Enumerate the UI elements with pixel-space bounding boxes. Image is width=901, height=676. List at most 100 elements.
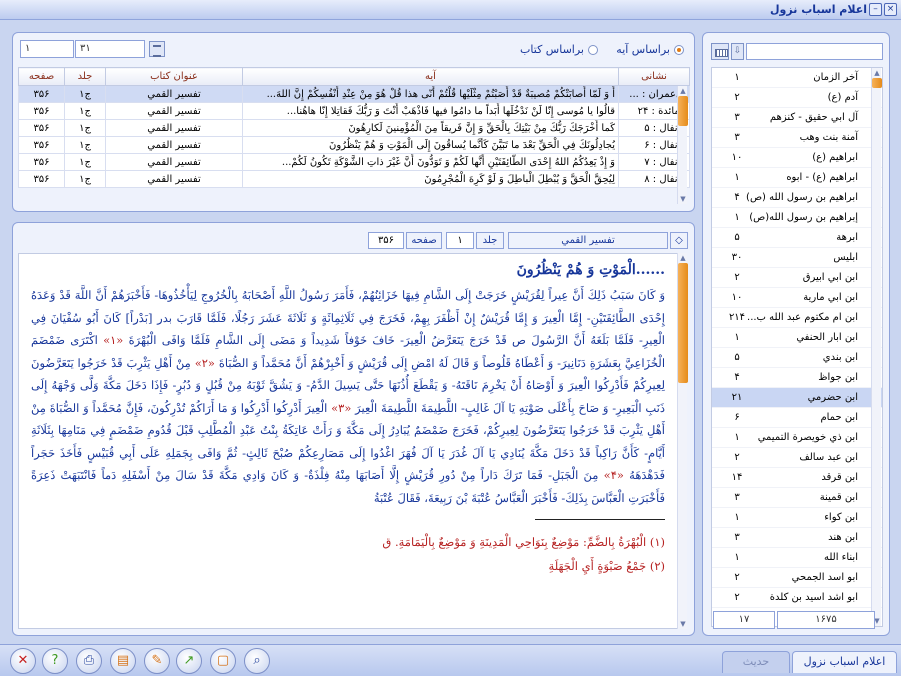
close-window-button[interactable]: × (884, 3, 897, 16)
page-icon[interactable]: ▢ (210, 648, 236, 674)
scroll-up-icon[interactable]: ▲ (872, 68, 882, 78)
table-row[interactable]: ۳۵۶ ج۱ تفسير القمي وَ إِذْ يَعِدُكُمُ ال… (18, 153, 690, 171)
list-item-selected[interactable]: ابن حضرمي ۲۱ (712, 388, 882, 408)
list-item[interactable]: ابن حمام ۶ (712, 408, 882, 428)
tafsir-text[interactable]: ......الْمَوْتِ وَ هُمْ يَنْظُرُونَ وَ ك… (18, 253, 678, 629)
list-item[interactable]: ابو اشد اسيد بن كلدة ۲ (712, 588, 882, 608)
item-count: ۳ (734, 492, 740, 503)
footnote-ref[interactable]: «۲» (195, 356, 215, 370)
cell-jild: ج۱ (64, 102, 106, 120)
list-item[interactable]: ابن كواء ۱ (712, 508, 882, 528)
edit-icon[interactable]: ✎ (144, 648, 170, 674)
download-arrow-icon[interactable]: ⇩ (731, 43, 744, 60)
radio-by-aya[interactable]: براساس آیه (616, 43, 684, 56)
list-item[interactable]: ابرهة ۵ (712, 228, 882, 248)
cell-book: تفسير القمي (105, 119, 243, 137)
text-scroll-thumb[interactable] (678, 263, 688, 383)
list-item[interactable]: ابراهيم (ع) - ابوه ۱ (712, 168, 882, 188)
item-count: ۵ (734, 352, 740, 363)
list-item[interactable]: ابن بندي ۵ (712, 348, 882, 368)
footnote-ref[interactable]: «۱» (103, 333, 123, 347)
cell-jild: ج۱ (64, 119, 106, 137)
item-name: ابن حضرمي (807, 392, 858, 403)
list-item[interactable]: ابراهيم (ع) ۱۰ (712, 148, 882, 168)
list-scroll-thumb[interactable] (872, 78, 882, 88)
item-count: ۱ (734, 72, 740, 83)
index-list[interactable]: آخر الزمان ۱ آدم (ع) ۲ آل ابي حقيق - كنزهم… (711, 67, 883, 627)
cell-aya: لِيُحِقَّ الْحَقَّ وَ يُبْطِلَ الْباطِلَ… (242, 170, 619, 188)
cell-page: ۳۵۶ (18, 85, 65, 103)
list-item[interactable]: ابن هند ۳ (712, 528, 882, 548)
footnote-ref[interactable]: «۳» (331, 401, 351, 415)
item-name: ابو اشد اسيد بن كلدة (769, 592, 858, 603)
list-item[interactable]: ابناء الله ۱ (712, 548, 882, 568)
list-item[interactable]: آدم (ع) ۲ (712, 88, 882, 108)
list-item[interactable]: ابراهيم بن رسول الله (ص) ۴ (712, 188, 882, 208)
grid-current-record[interactable]: ۳۱ (75, 40, 145, 58)
book-icon[interactable]: ▤ (110, 648, 136, 674)
tab-asbab-nuzul[interactable]: اعلام اسباب نزول (792, 651, 897, 673)
footnote-ref[interactable]: «۴» (604, 468, 624, 482)
col-header-nesh[interactable]: نشانی (618, 67, 690, 86)
list-item[interactable]: ابن قرقد ۱۴ (712, 468, 882, 488)
cell-book: تفسير القمي (105, 85, 243, 103)
help-icon[interactable]: ? (42, 648, 68, 674)
item-count: ۳ (734, 112, 740, 123)
list-item[interactable]: ابو اسد الجمحي ۲ (712, 568, 882, 588)
table-row[interactable]: ۳۵۶ ج۱ تفسير القمي قالُوا يا مُوسى إِنّا… (18, 102, 690, 120)
col-header-jild[interactable]: جلد (64, 67, 106, 86)
cell-page: ۳۵۶ (18, 102, 65, 120)
col-header-aya[interactable]: آیه (242, 67, 619, 86)
list-item[interactable]: ابن ابي ابيرق ۲ (712, 268, 882, 288)
tag-icon[interactable]: ◇ (670, 232, 688, 249)
table-row[interactable]: ۳۵۶ ج۱ تفسير القمي كَما أَخْرَجَكَ رَبُّ… (18, 119, 690, 137)
search-icon[interactable]: ⌕ (244, 648, 270, 674)
table-row[interactable]: ۳۵۶ ج۱ تفسير القمي أَ وَ لَمّا أَصابَتْك… (18, 85, 690, 103)
list-item[interactable]: آخر الزمان ۱ (712, 68, 882, 88)
table-row[interactable]: ۳۵۶ ج۱ تفسير القمي لِيُحِقَّ الْحَقَّ وَ… (18, 170, 690, 188)
list-current-index[interactable]: ۱۷ (713, 611, 775, 629)
item-count: ۱۰ (731, 292, 743, 303)
radio-on-icon (674, 44, 684, 55)
list-item[interactable]: ابن عبد سالف ۲ (712, 448, 882, 468)
tab-hadith[interactable]: حديث (722, 651, 790, 673)
list-item[interactable]: ابليس ۳۰ (712, 248, 882, 268)
minimize-button[interactable]: – (869, 3, 882, 16)
cell-book: تفسير القمي (105, 102, 243, 120)
cell-book: تفسير القمي (105, 153, 243, 171)
list-scrollbar[interactable]: ▲ ▼ (871, 68, 882, 626)
list-item[interactable]: ابن ام مكتوم عبد الله ب... ۲۱۴ (712, 308, 882, 328)
grid-scrollbar[interactable]: ▲ ▼ (677, 86, 688, 204)
scroll-down-icon[interactable]: ▼ (678, 194, 688, 204)
radio-by-aya-label: براساس آیه (616, 43, 670, 56)
item-count: ۲ (734, 452, 740, 463)
cell-page: ۳۵۶ (18, 136, 65, 154)
body-text: وَ كَانَ سَبَبُ ذَلِكَ أَنَّ عِيراً لِقُ… (31, 284, 665, 509)
scroll-up-icon[interactable]: ▲ (678, 253, 688, 263)
list-search-input[interactable] (746, 43, 883, 60)
item-name: ابناء الله (823, 552, 858, 563)
list-item[interactable]: آمنة بنت وهب ۳ (712, 128, 882, 148)
col-header-page[interactable]: صفحه (18, 67, 65, 86)
list-item[interactable]: إبراهيم بن رسول الله(ص) ۱ (712, 208, 882, 228)
list-item[interactable]: ابن ذي خويصرة التميمي ۱ (712, 428, 882, 448)
col-header-book[interactable]: عنوان کتاب (105, 67, 243, 86)
text-scrollbar[interactable]: ▲ ▼ (677, 253, 688, 629)
close-app-icon[interactable]: ✕ (10, 648, 36, 674)
export-icon[interactable]: ↗ (176, 648, 202, 674)
item-name: ابن حمام (820, 412, 858, 423)
list-item[interactable]: ابن ابي مارية ۱۰ (712, 288, 882, 308)
radio-by-book[interactable]: براساس کتاب (520, 43, 598, 56)
list-item[interactable]: ابن قمينة ۳ (712, 488, 882, 508)
list-item[interactable]: آل ابي حقيق - كنزهم ۳ (712, 108, 882, 128)
keyboard-icon[interactable] (711, 43, 729, 60)
footnote-1: (۱) الْبُهْرَةُ بِالضَّمِّ: مَوْضِعٌ بِن… (382, 535, 665, 549)
scroll-down-icon[interactable]: ▼ (678, 619, 688, 629)
grid-view-icon[interactable] (149, 41, 165, 57)
table-row[interactable]: ۳۵۶ ج۱ تفسير القمي يُجادِلُونَكَ فِي الْ… (18, 136, 690, 154)
print-icon[interactable]: ⎙ (76, 648, 102, 674)
list-item[interactable]: ابن جواظ ۴ (712, 368, 882, 388)
scroll-up-icon[interactable]: ▲ (678, 86, 688, 96)
grid-scroll-thumb[interactable] (678, 96, 688, 126)
list-item[interactable]: ابن ابار الحنفي ۱ (712, 328, 882, 348)
